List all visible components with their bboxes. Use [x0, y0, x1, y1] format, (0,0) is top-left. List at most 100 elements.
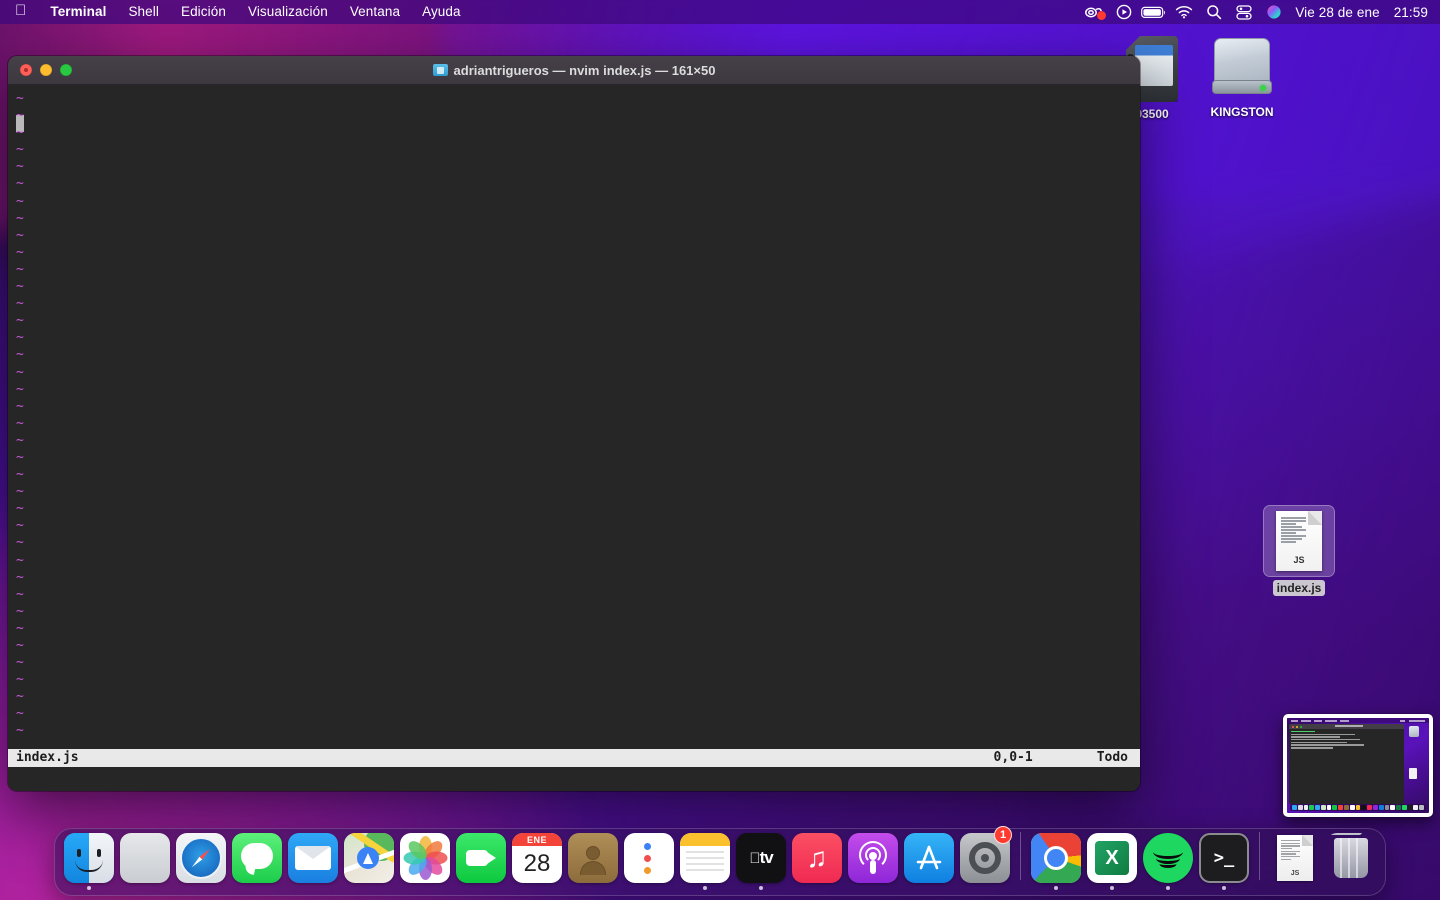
screenshot-thumbnail[interactable] [1283, 714, 1433, 817]
mail-icon [288, 833, 338, 883]
wifi-icon[interactable] [1169, 0, 1199, 24]
running-indicator [87, 886, 91, 890]
menu-item-ventana[interactable]: Ventana [339, 0, 411, 24]
dock-item-chrome[interactable] [1028, 828, 1084, 890]
excel-icon: X [1087, 833, 1137, 883]
dock-item-calendar[interactable]: ENE 28 [509, 828, 565, 890]
appletv-wordmark: tv [754, 848, 774, 867]
desktop-icon-label: index.js [1272, 580, 1326, 596]
dock-item-maps[interactable] [341, 828, 397, 890]
terminal-title: adriantrigueros — nvim index.js — 161×50 [8, 63, 1140, 78]
screenshot-thumbnail-content [1287, 718, 1429, 813]
dock-item-reminders[interactable] [621, 828, 677, 890]
menu-item-shell[interactable]: Shell [117, 0, 170, 24]
dock-item-terminal[interactable]: >_ [1196, 828, 1252, 890]
hard-drive-icon [1212, 38, 1272, 100]
menu-item-edicion[interactable]: Edición [170, 0, 237, 24]
dock-separator-1 [1020, 832, 1021, 880]
terminal-prompt-glyph: >_ [1213, 848, 1235, 868]
dock-item-appstore[interactable] [901, 828, 957, 890]
terminal-title-text: adriantrigueros — nvim index.js — 161×50 [453, 62, 716, 78]
now-playing-icon[interactable] [1109, 0, 1139, 24]
dock-item-index-js[interactable]: JS [1267, 828, 1323, 890]
js-file-icon: JS [1270, 833, 1320, 883]
reminders-icon [624, 833, 674, 883]
running-indicator [1054, 886, 1058, 890]
thumb-menubar [1287, 718, 1429, 723]
dock-item-messages[interactable] [229, 828, 285, 890]
dock-item-launchpad[interactable] [117, 828, 173, 890]
close-button[interactable] [20, 64, 32, 76]
terminal-window[interactable]: adriantrigueros — nvim index.js — 161×50… [8, 56, 1140, 791]
safari-icon [176, 833, 226, 883]
thumb-terminal-window [1289, 724, 1404, 804]
screen-recording-icon[interactable] [1079, 0, 1109, 24]
recording-badge-dot [1097, 11, 1107, 20]
dock-item-music[interactable]: ♫ [789, 828, 845, 890]
dock-item-facetime[interactable] [453, 828, 509, 890]
menu-bar-time[interactable]: 21:59 [1388, 5, 1428, 20]
running-indicator [759, 886, 763, 890]
calendar-day: 28 [523, 850, 551, 877]
desktop-icon-label: KINGSTON [1210, 105, 1274, 119]
apple-menu-icon[interactable]:  [0, 0, 39, 24]
desktop-icon-index-js[interactable]: JS index.js [1251, 505, 1347, 596]
dock-item-safari[interactable] [173, 828, 229, 890]
chrome-icon [1031, 833, 1081, 883]
js-extension-label: JS [1293, 555, 1305, 565]
dock: ENE 28 tv ♫ [54, 826, 1386, 896]
dock-item-mail[interactable] [285, 828, 341, 890]
thumb-dock [1290, 804, 1426, 811]
running-indicator [703, 886, 707, 890]
dock-item-system-preferences[interactable]: 1 [957, 826, 1013, 890]
notes-icon [680, 833, 730, 883]
minimize-button[interactable] [40, 64, 52, 76]
js-document-icon: JS [1263, 505, 1335, 577]
dock-item-excel[interactable]: X [1084, 828, 1140, 890]
menu-bar-status-items: Vie 28 de ene 21:59 [1079, 0, 1440, 24]
nvim-tilde-column: ~ ~ ~ ~ ~ ~ ~ ~ ~ ~ ~ ~ ~ ~ ~ ~ ~ ~ ~ ~ … [16, 91, 24, 739]
calendar-icon: ENE 28 [512, 833, 562, 883]
photos-icon [400, 833, 450, 883]
running-indicator [1166, 886, 1170, 890]
dock-item-contacts[interactable] [565, 828, 621, 890]
menu-item-ayuda[interactable]: Ayuda [411, 0, 472, 24]
menu-item-visualizacion[interactable]: Visualización [237, 0, 339, 24]
system-preferences-badge: 1 [994, 826, 1012, 844]
menu-bar-app-menus:  Terminal Shell Edición Visualización V… [0, 0, 472, 24]
status-cursor-position: 0,0-1 [993, 750, 1033, 766]
running-indicator [1110, 886, 1114, 890]
maps-icon [344, 833, 394, 883]
zoom-button[interactable] [60, 64, 72, 76]
appletv-icon: tv [736, 833, 786, 883]
dock-item-finder[interactable] [61, 828, 117, 890]
status-file-name: index.js [16, 750, 79, 766]
menu-item-terminal[interactable]: Terminal [39, 0, 117, 24]
window-controls [8, 64, 72, 76]
music-icon: ♫ [792, 833, 842, 883]
menu-bar-date[interactable]: Vie 28 de ene [1289, 5, 1387, 20]
dock-item-notes[interactable] [677, 828, 733, 890]
spotlight-search-icon[interactable] [1199, 0, 1229, 24]
dock-item-spotify[interactable] [1140, 828, 1196, 890]
dock-item-trash[interactable] [1323, 828, 1379, 890]
control-center-icon[interactable] [1229, 0, 1259, 24]
dock-item-photos[interactable] [397, 828, 453, 890]
nvim-status-line: index.js 0,0-1 Todo [8, 749, 1140, 767]
terminal-body[interactable]: ~ ~ ~ ~ ~ ~ ~ ~ ~ ~ ~ ~ ~ ~ ~ ~ ~ ~ ~ ~ … [8, 85, 1140, 791]
thumb-drive-icon [1409, 726, 1419, 737]
excel-wordmark: X [1095, 841, 1129, 875]
thumb-file-icon [1409, 768, 1417, 779]
js-extension-label: JS [1290, 870, 1300, 877]
contacts-icon [568, 833, 618, 883]
trash-icon [1326, 833, 1376, 883]
siri-icon[interactable] [1259, 0, 1289, 24]
dock-item-podcasts[interactable] [845, 828, 901, 890]
battery-icon[interactable] [1139, 0, 1169, 24]
terminal-icon: >_ [1199, 833, 1249, 883]
dock-item-appletv[interactable]: tv [733, 828, 789, 890]
desktop-icon-kingston[interactable]: KINGSTON [1194, 34, 1290, 120]
terminal-title-bar[interactable]: adriantrigueros — nvim index.js — 161×50 [8, 56, 1140, 85]
dock-separator-2 [1259, 832, 1260, 880]
facetime-icon [456, 833, 506, 883]
